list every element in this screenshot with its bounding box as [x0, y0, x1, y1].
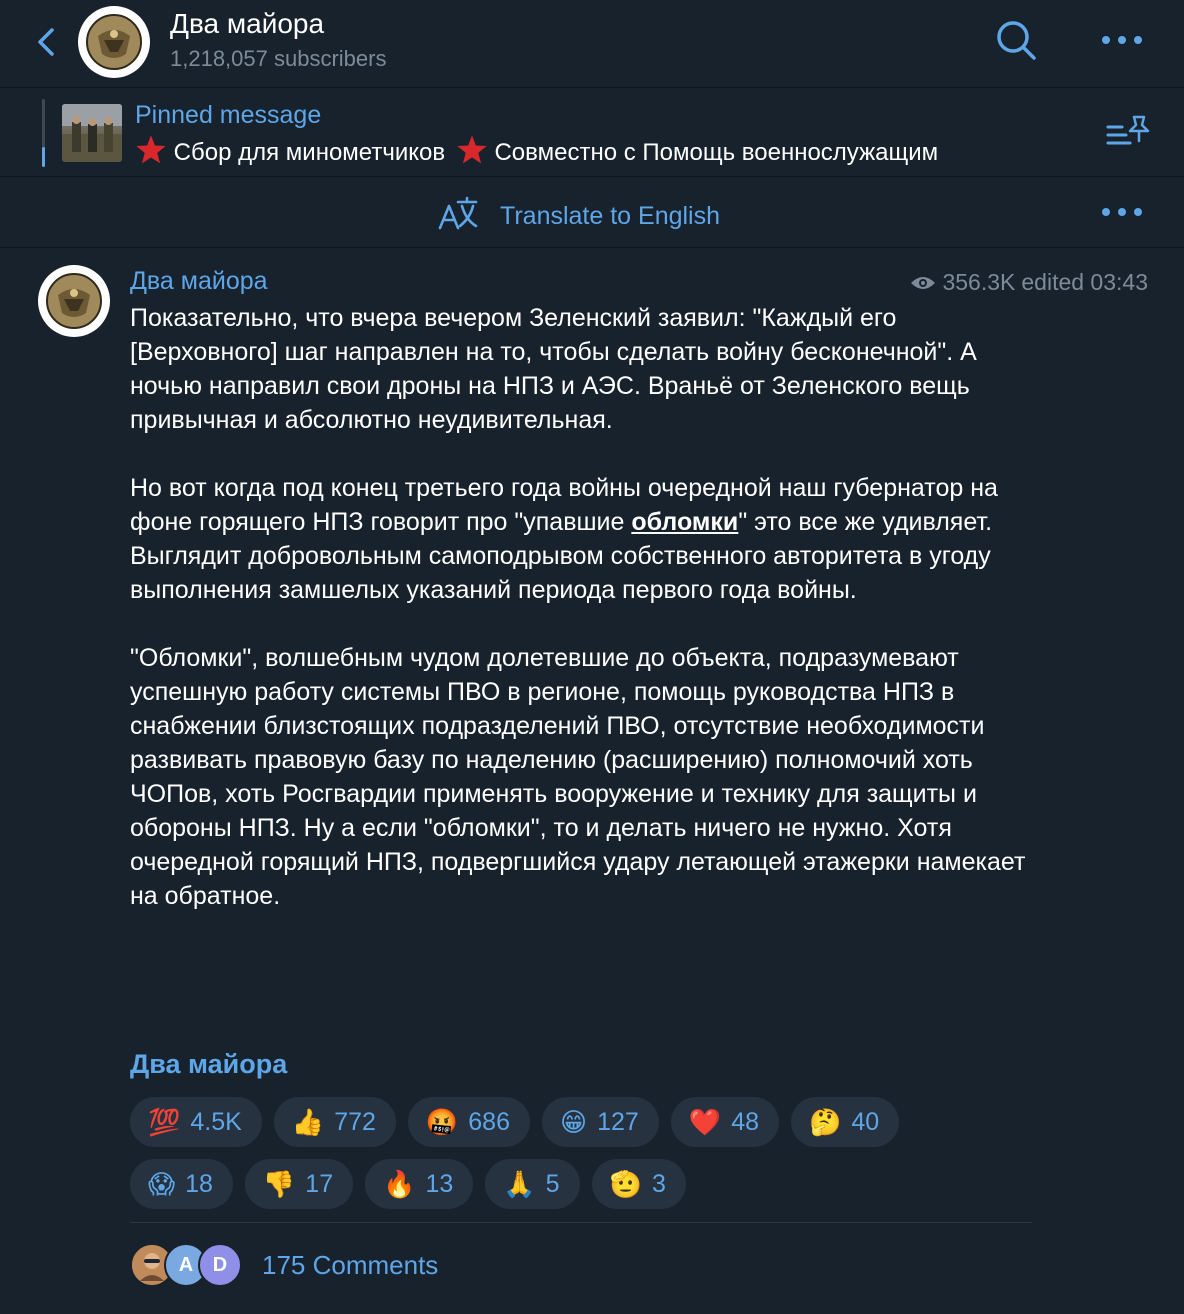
reaction-count: 772: [334, 1107, 376, 1136]
pinned-thumbnail: [62, 104, 122, 162]
reaction-chip[interactable]: 💯 4.5K: [130, 1097, 262, 1147]
commenter-avatar: D: [198, 1243, 242, 1287]
pin-indicator-active: [42, 147, 45, 167]
reactions-panel: 💯 4.5K 👍 772 🤬 686 😁 127 ❤️ 48 🤔 40 😱 18 👎 17 🔥 1…: [130, 1097, 1050, 1221]
reaction-emoji: 🙏: [503, 1169, 536, 1199]
reaction-chip[interactable]: 😁 127: [542, 1097, 659, 1147]
post-meta: 356.3K edited 03:43: [910, 269, 1148, 296]
post-author-avatar[interactable]: [38, 265, 110, 337]
pinned-title: Pinned message: [135, 101, 322, 129]
more-dots-icon: [1102, 36, 1142, 44]
reaction-count: 13: [425, 1169, 454, 1198]
search-icon: [997, 21, 1036, 60]
channel-title[interactable]: Два майора: [170, 8, 324, 40]
reaction-chip[interactable]: 🫡 3: [591, 1159, 686, 1209]
translate-bar: Translate to English: [0, 178, 1184, 248]
reaction-count: 17: [305, 1169, 334, 1198]
search-button[interactable]: [992, 16, 1040, 64]
reaction-count: 4.5K: [190, 1107, 242, 1136]
reaction-chip[interactable]: 👎 17: [244, 1159, 354, 1209]
channel-avatar[interactable]: [78, 6, 150, 78]
post-paragraph: "Обломки", волшебным чудом долетевшие до…: [130, 644, 1026, 910]
reaction-emoji: 🤔: [809, 1107, 842, 1137]
reaction-count: 5: [545, 1169, 560, 1198]
reaction-count: 127: [597, 1107, 639, 1136]
reaction-count: 18: [185, 1169, 213, 1198]
chevron-left-icon: [38, 28, 54, 56]
reaction-chip[interactable]: 👍 772: [273, 1097, 396, 1147]
reaction-chip[interactable]: ❤️ 48: [670, 1097, 780, 1147]
pinned-text-part-1: Сбор для минометчиков: [173, 139, 446, 166]
reaction-emoji: 💯: [148, 1107, 181, 1137]
reaction-emoji: ❤️: [688, 1107, 722, 1137]
comments-count-label[interactable]: 175 Comments: [262, 1250, 438, 1281]
pin-list-icon: [1106, 115, 1150, 145]
post-paragraph: Но вот когда под конец третьего года вой…: [130, 471, 1050, 607]
subscriber-count: 1,218,057 subscribers: [170, 46, 387, 71]
pinned-preview-text: Сбор для минометчиков Совместно с Помощь…: [135, 134, 938, 167]
reaction-row: 💯 4.5K 👍 772 🤬 686 😁 127 ❤️ 48 🤔 40: [130, 1097, 1050, 1147]
reaction-chip[interactable]: 🔥 13: [365, 1159, 474, 1209]
pinned-message-bar[interactable]: Pinned message Сбор для минометчиков Сов…: [0, 89, 1184, 177]
translate-button[interactable]: Translate to English: [500, 202, 720, 231]
more-options-button[interactable]: [1098, 28, 1146, 52]
red-star-icon: [452, 135, 495, 166]
comments-button[interactable]: A D 175 Comments: [130, 1241, 438, 1289]
reaction-chip[interactable]: 😱 18: [130, 1159, 233, 1209]
pinned-text-part-2: Совместно с Помощь военнослужащим: [494, 139, 939, 166]
eye-icon: [911, 276, 936, 289]
text-link[interactable]: обломки: [631, 508, 738, 536]
back-button[interactable]: [30, 22, 62, 62]
reaction-chip[interactable]: 🤔 40: [791, 1097, 900, 1147]
reaction-chip[interactable]: 🙏 5: [485, 1159, 580, 1209]
post-signature-link[interactable]: Два майора: [130, 1049, 287, 1080]
reaction-chip[interactable]: 🤬 686: [407, 1097, 530, 1147]
translate-icon[interactable]: [436, 196, 480, 232]
reaction-emoji: 😁: [560, 1107, 588, 1137]
post-body: Показательно, что вчера вечером Зеленски…: [130, 301, 1050, 947]
reaction-emoji: 🤬: [425, 1107, 459, 1137]
chat-header: Два майора 1,218,057 subscribers: [0, 0, 1184, 88]
reaction-emoji: 👎: [262, 1169, 296, 1199]
reaction-emoji: 👍: [291, 1107, 325, 1137]
reaction-emoji: 🫡: [609, 1169, 642, 1199]
channel-post: Два майора 356.3K edited 03:43 Показател…: [0, 249, 1184, 1314]
reaction-count: 48: [731, 1107, 760, 1136]
reaction-count: 3: [651, 1169, 666, 1198]
reaction-row: 😱 18 👎 17 🔥 13 🙏 5 🫡 3: [130, 1159, 1050, 1209]
post-paragraph: Показательно, что вчера вечером Зеленски…: [130, 304, 977, 434]
reaction-emoji: 🔥: [383, 1169, 416, 1199]
pinned-list-button[interactable]: [1104, 113, 1152, 153]
edited-time: edited 03:43: [1021, 269, 1148, 295]
translate-more-button[interactable]: [1098, 200, 1146, 224]
post-author-name[interactable]: Два майора: [130, 267, 268, 296]
more-dots-icon: [1102, 208, 1142, 216]
view-count: 356.3K: [942, 269, 1016, 295]
reaction-count: 686: [468, 1107, 510, 1136]
reaction-emoji: 😱: [148, 1169, 176, 1199]
reaction-count: 40: [851, 1107, 880, 1136]
red-star-icon: [135, 135, 174, 166]
divider: [130, 1222, 1032, 1223]
